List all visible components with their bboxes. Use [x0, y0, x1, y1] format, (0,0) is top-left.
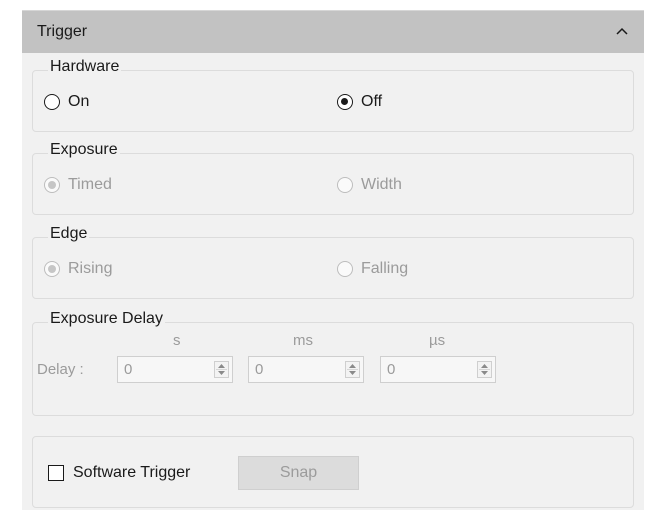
software-trigger-label[interactable]: Software Trigger	[73, 464, 190, 482]
trigger-header[interactable]: Trigger	[22, 10, 644, 53]
delay-microseconds-input[interactable]: 0	[380, 356, 496, 383]
exposure-timed-radio[interactable]: Timed	[44, 176, 112, 194]
spin-arrows-icon[interactable]	[214, 361, 229, 378]
hardware-on-radio[interactable]: On	[44, 93, 89, 111]
edge-rising-label: Rising	[68, 260, 113, 277]
spin-arrows-icon[interactable]	[345, 361, 360, 378]
hardware-legend: Hardware	[48, 58, 122, 76]
edge-rising-radio[interactable]: Rising	[44, 260, 112, 278]
edge-group: Edge Rising Falling	[32, 225, 634, 299]
delay-microseconds-value: 0	[387, 361, 396, 378]
exposure-delay-legend: Exposure Delay	[48, 310, 165, 328]
delay-seconds-value: 0	[124, 361, 133, 378]
delay-label: Delay :	[37, 361, 84, 378]
hardware-off-radio[interactable]: Off	[337, 93, 382, 111]
trigger-title: Trigger	[37, 23, 88, 40]
unit-microseconds: µs	[429, 332, 446, 349]
edge-legend: Edge	[48, 225, 90, 243]
chevron-up-icon[interactable]	[614, 23, 630, 39]
radio-circle[interactable]	[44, 94, 60, 110]
software-trigger-checkbox[interactable]	[48, 465, 64, 481]
exposure-width-radio[interactable]: Width	[337, 176, 402, 194]
radio-circle-checked[interactable]	[337, 94, 353, 110]
radio-circle-checked[interactable]	[44, 261, 60, 277]
hardware-on-label: On	[68, 93, 90, 110]
radio-circle[interactable]	[337, 177, 353, 193]
delay-milliseconds-value: 0	[255, 361, 264, 378]
delay-seconds-input[interactable]: 0	[117, 356, 233, 383]
hardware-group: Hardware On Off	[32, 58, 634, 132]
spin-arrows-icon[interactable]	[477, 361, 492, 378]
unit-milliseconds: ms	[293, 332, 313, 349]
edge-falling-radio[interactable]: Falling	[337, 260, 408, 278]
snap-button[interactable]: Snap	[238, 456, 359, 490]
exposure-legend: Exposure	[48, 141, 120, 159]
exposure-timed-label: Timed	[68, 176, 112, 193]
exposure-group: Exposure Timed Width	[32, 141, 634, 215]
hardware-off-label: Off	[361, 93, 383, 110]
unit-seconds: s	[173, 332, 181, 349]
exposure-delay-group: Exposure Delay s ms µs Delay : 0 0 0	[32, 310, 634, 416]
exposure-width-label: Width	[361, 176, 402, 193]
edge-falling-label: Falling	[361, 260, 409, 277]
software-trigger-group: Software Trigger Snap	[32, 436, 634, 508]
trigger-panel: Trigger Hardware On Off Exposure Timed W…	[22, 10, 644, 510]
radio-circle[interactable]	[337, 261, 353, 277]
radio-circle-checked[interactable]	[44, 177, 60, 193]
delay-milliseconds-input[interactable]: 0	[248, 356, 364, 383]
